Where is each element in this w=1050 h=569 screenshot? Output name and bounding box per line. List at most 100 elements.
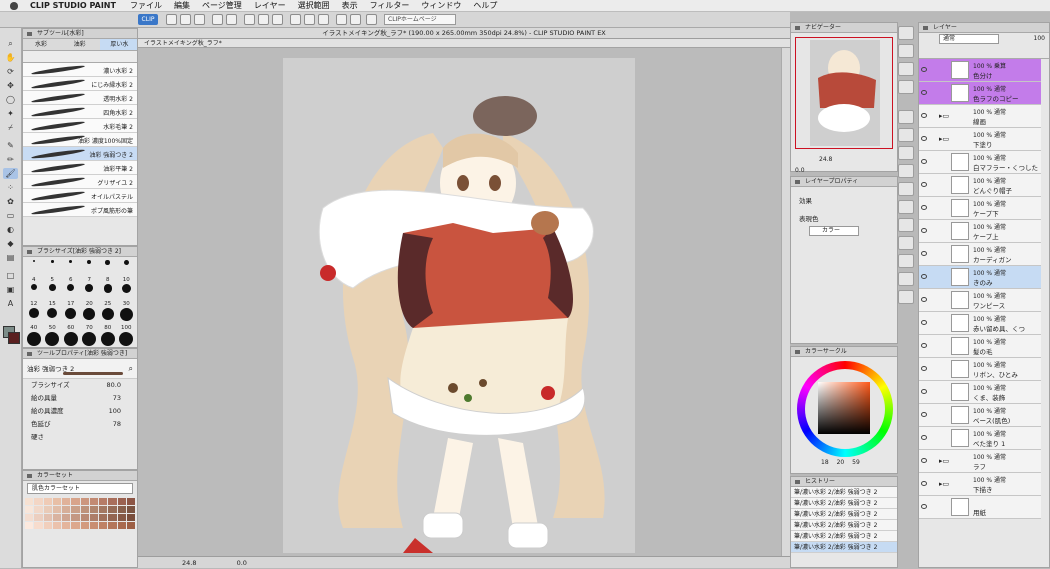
brush-size-option[interactable]: 7 <box>81 260 99 283</box>
menu-view[interactable]: 表示 <box>342 0 358 11</box>
brush-item[interactable]: にじみ縁水彩 2 <box>23 77 137 91</box>
brush-item[interactable]: 油彩 濃度100%固定 <box>23 133 137 147</box>
document-tab[interactable]: イラストメイキング秋_ラフ* <box>144 40 222 47</box>
layer-row[interactable]: 100 % 通常 カーディガン <box>919 243 1041 266</box>
property-row[interactable]: 硬さ <box>23 431 137 444</box>
folder-icon[interactable]: ▸▭ <box>939 112 949 120</box>
property-value[interactable]: 100 <box>109 405 121 418</box>
brush-item[interactable]: 透明水彩 2 <box>23 91 137 105</box>
tab-oil[interactable]: 油彩 <box>62 39 101 50</box>
canvas-paper[interactable] <box>283 58 635 553</box>
brush-size-option[interactable]: 60 <box>62 308 80 331</box>
color-swatch[interactable] <box>43 514 52 521</box>
color-swatch[interactable] <box>34 514 43 521</box>
menu-file[interactable]: ファイル <box>130 0 162 11</box>
color-swatch[interactable] <box>108 506 117 513</box>
material-7-icon[interactable] <box>898 218 914 232</box>
saturation-value-square[interactable] <box>818 382 870 434</box>
menu-help[interactable]: ヘルプ <box>473 0 497 11</box>
pen-icon[interactable]: ✎ <box>3 140 18 151</box>
color-swatch[interactable] <box>43 522 52 529</box>
search-icon[interactable]: ⌕ <box>129 364 133 374</box>
material-4-icon[interactable] <box>898 164 914 178</box>
layer-row[interactable]: 100 % 通常 色ラフのコピー <box>919 82 1041 105</box>
frame-icon[interactable]: ▣ <box>3 284 18 295</box>
brush-size-option[interactable]: 40 <box>25 308 43 331</box>
color-swatch[interactable] <box>126 498 135 505</box>
color-wheel-icon[interactable] <box>898 62 914 76</box>
color-swatch[interactable] <box>52 506 61 513</box>
history-item[interactable]: 筆/濃い水彩 2/油彩 強弱つき 2 <box>791 520 897 531</box>
brush-item[interactable]: 油彩 強弱つき 2 <box>23 147 137 161</box>
eye-icon[interactable] <box>921 481 927 486</box>
tab-watercolor[interactable]: 水彩 <box>23 39 62 50</box>
brush-item[interactable]: 水彩毛筆 2 <box>23 119 137 133</box>
material-2-icon[interactable] <box>898 128 914 142</box>
zoom-icon[interactable]: ⌕ <box>3 38 18 49</box>
open-file-icon[interactable] <box>180 14 191 25</box>
color-set-select[interactable]: 肌色カラーセット <box>27 483 133 494</box>
eye-icon[interactable] <box>921 366 927 371</box>
color-swatch[interactable] <box>71 514 80 521</box>
color-swatch[interactable] <box>89 506 98 513</box>
layer-row[interactable]: 100 % 通常 白マフラー・くつした <box>919 151 1041 174</box>
undo-icon[interactable] <box>212 14 223 25</box>
zoom-value[interactable]: 24.8 <box>182 559 196 567</box>
opacity-value[interactable]: 100 <box>1034 35 1045 42</box>
color-swatch[interactable] <box>34 522 43 529</box>
redo-icon[interactable] <box>226 14 237 25</box>
layer-row[interactable]: ▸▭ 100 % 通常 下描き <box>919 473 1041 496</box>
color-swatch[interactable] <box>62 506 71 513</box>
fill-icon[interactable] <box>290 14 301 25</box>
rotation-value[interactable]: 0.0 <box>237 559 247 567</box>
layer-row[interactable]: ▸▭ 100 % 通常 下塗り <box>919 128 1041 151</box>
layer-row[interactable]: 100 % 通常 くま、装飾 <box>919 381 1041 404</box>
eye-icon[interactable] <box>921 182 927 187</box>
brush-size-option[interactable]: 20 <box>81 284 99 307</box>
gradient-icon[interactable]: ▤ <box>3 252 18 263</box>
property-row[interactable]: 絵の具濃度 100 <box>23 405 137 418</box>
wand-icon[interactable]: ✦ <box>3 108 18 119</box>
layer-row[interactable]: 100 % 通常 ケープ下 <box>919 197 1041 220</box>
hand-icon[interactable]: ✋ <box>3 52 18 63</box>
brush-size-option[interactable]: 6 <box>62 260 80 283</box>
layer-row[interactable]: 100 % 通常 ケープ上 <box>919 220 1041 243</box>
eye-icon[interactable] <box>921 67 927 72</box>
color-swatch[interactable] <box>52 522 61 529</box>
settings-icon[interactable] <box>366 14 377 25</box>
color-swatch[interactable] <box>43 498 52 505</box>
navigator-preview[interactable] <box>795 37 893 149</box>
brush-size-option[interactable]: 50 <box>44 308 62 331</box>
eye-icon[interactable] <box>921 412 927 417</box>
color-swatch[interactable] <box>126 506 135 513</box>
color-swatch[interactable] <box>25 498 34 505</box>
eye-icon[interactable] <box>921 228 927 233</box>
color-swatch[interactable] <box>108 522 117 529</box>
color-swatch[interactable] <box>80 506 89 513</box>
property-value[interactable]: 80.0 <box>107 379 121 392</box>
material-10-icon[interactable] <box>898 272 914 286</box>
homepage-button[interactable]: CLIPホームページ <box>384 14 456 25</box>
color-swatch[interactable] <box>89 514 98 521</box>
new-file-icon[interactable] <box>166 14 177 25</box>
layer-row[interactable]: 用紙 <box>919 496 1041 519</box>
color-swatch[interactable] <box>117 498 126 505</box>
palette-icon[interactable] <box>898 80 914 94</box>
layer-panel-icon[interactable] <box>898 26 914 40</box>
navigator-rotation[interactable]: 0.0 <box>795 167 805 174</box>
material-9-icon[interactable] <box>898 254 914 268</box>
layer-row[interactable]: 100 % 通常 ワンピース <box>919 289 1041 312</box>
color-swatch[interactable] <box>108 498 117 505</box>
ruler-icon[interactable] <box>336 14 347 25</box>
navigator-zoom[interactable]: 24.8 <box>819 156 832 163</box>
layer-row[interactable]: 100 % 通常 赤い留め具、くつ <box>919 312 1041 335</box>
layer-row[interactable]: 100 % 通常 髪の毛 <box>919 335 1041 358</box>
color-swatch[interactable] <box>117 522 126 529</box>
crop-icon[interactable] <box>258 14 269 25</box>
brush-panel-icon[interactable] <box>898 44 914 58</box>
brush-item[interactable]: オイルパステル <box>23 189 137 203</box>
color-swatch[interactable] <box>126 522 135 529</box>
color-swatch[interactable] <box>108 514 117 521</box>
menu-layer[interactable]: レイヤー <box>254 0 286 11</box>
layer-row[interactable]: 100 % 通常 ベース(肌色) <box>919 404 1041 427</box>
